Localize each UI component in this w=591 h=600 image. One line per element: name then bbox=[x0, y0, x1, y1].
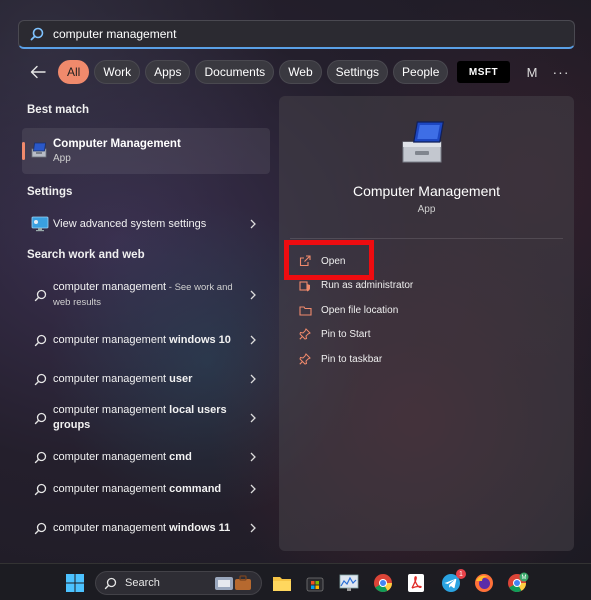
web-result-bold: user bbox=[169, 372, 193, 385]
action-run-as-admin[interactable]: Run as administrator bbox=[298, 278, 413, 292]
search-icon bbox=[30, 27, 44, 41]
web-result-item[interactable]: computer management - See work and web r… bbox=[22, 280, 270, 310]
chevron-right-icon bbox=[248, 523, 258, 533]
chevron-right-icon bbox=[248, 290, 258, 300]
taskbar: Search 1 M bbox=[0, 563, 591, 600]
web-result-bold: windows 11 bbox=[169, 521, 231, 534]
msft-logo-button[interactable]: MSFT bbox=[457, 61, 510, 83]
file-explorer-icon[interactable] bbox=[271, 572, 293, 594]
back-arrow-icon[interactable] bbox=[28, 62, 48, 82]
detail-app-type: App bbox=[417, 204, 436, 215]
action-pin-to-taskbar[interactable]: Pin to taskbar bbox=[298, 352, 382, 366]
settings-item-advanced-system[interactable]: View advanced system settings bbox=[22, 214, 270, 234]
web-result-item[interactable]: computer management command bbox=[22, 481, 270, 497]
windows-start-icon[interactable] bbox=[64, 572, 86, 594]
computer-management-icon bbox=[402, 121, 445, 163]
web-result-item[interactable]: computer management cmd bbox=[22, 449, 270, 465]
section-title-best-match: Best match bbox=[27, 104, 89, 116]
action-pin-to-start[interactable]: Pin to Start bbox=[298, 327, 370, 341]
action-label: Pin to Start bbox=[321, 328, 371, 340]
open-external-icon bbox=[298, 254, 312, 268]
filter-chip-people[interactable]: People bbox=[393, 60, 449, 84]
computer-management-icon bbox=[31, 142, 47, 158]
best-match-item[interactable]: Computer Management App bbox=[22, 128, 270, 174]
web-result-text: computer management bbox=[53, 372, 170, 385]
acrobat-icon[interactable] bbox=[405, 572, 427, 594]
filter-chip-documents[interactable]: Documents bbox=[195, 60, 275, 84]
svg-text:M: M bbox=[522, 575, 527, 581]
firefox-icon[interactable] bbox=[473, 572, 495, 594]
pin-icon bbox=[298, 352, 312, 366]
filter-chip-all[interactable]: All bbox=[58, 60, 90, 84]
action-label: Pin to taskbar bbox=[321, 353, 383, 365]
section-title-search-web: Search work and web bbox=[27, 249, 145, 261]
filter-chip-web[interactable]: Web bbox=[279, 60, 322, 84]
web-result-text: computer management bbox=[53, 281, 167, 293]
account-avatar[interactable]: M bbox=[523, 63, 541, 81]
microsoft-store-icon[interactable] bbox=[304, 572, 326, 594]
web-result-text: computer management bbox=[53, 482, 170, 495]
chevron-right-icon bbox=[248, 452, 258, 462]
web-result-text: computer management bbox=[53, 450, 170, 463]
action-label: Open bbox=[321, 255, 346, 267]
web-result-bold: cmd bbox=[169, 450, 192, 463]
notification-badge: 1 bbox=[456, 569, 466, 579]
chevron-right-icon bbox=[248, 484, 258, 494]
chevron-right-icon bbox=[248, 374, 258, 384]
search-input[interactable]: computer management bbox=[18, 20, 575, 49]
taskbar-search-label: Search bbox=[125, 577, 160, 589]
search-icon bbox=[30, 408, 50, 428]
monitor-settings-icon bbox=[30, 214, 50, 234]
web-result-text: computer management bbox=[53, 404, 170, 416]
web-result-bold: command bbox=[169, 482, 222, 495]
filter-chip-settings[interactable]: Settings bbox=[326, 60, 389, 84]
search-icon bbox=[30, 518, 50, 538]
taskbar-search-box[interactable]: Search bbox=[95, 571, 262, 595]
chrome-profile-icon[interactable]: M bbox=[507, 572, 529, 594]
chrome-icon[interactable] bbox=[372, 572, 394, 594]
action-label: Open file location bbox=[321, 304, 399, 316]
selection-accent bbox=[22, 142, 25, 160]
web-result-item[interactable]: computer management windows 11 bbox=[22, 513, 270, 543]
best-match-type: App bbox=[53, 153, 71, 164]
web-result-text: computer management bbox=[53, 521, 170, 534]
search-icon bbox=[30, 330, 50, 350]
best-match-name: Computer Management bbox=[53, 138, 181, 150]
filter-chip-apps[interactable]: Apps bbox=[145, 60, 191, 84]
chevron-right-icon bbox=[248, 335, 258, 345]
section-title-settings: Settings bbox=[27, 186, 73, 198]
folder-icon bbox=[298, 303, 312, 317]
search-icon bbox=[30, 479, 50, 499]
web-result-item[interactable]: computer management local users groups bbox=[22, 403, 270, 433]
web-result-item[interactable]: computer management windows 10 bbox=[22, 325, 270, 355]
search-query[interactable]: computer management bbox=[53, 27, 176, 41]
search-icon bbox=[30, 447, 50, 467]
action-label: Run as administrator bbox=[321, 279, 414, 291]
action-open-file-location[interactable]: Open file location bbox=[298, 303, 398, 317]
web-result-text: computer management bbox=[53, 333, 170, 346]
telegram-icon[interactable]: 1 bbox=[440, 569, 466, 594]
chevron-right-icon bbox=[248, 219, 258, 229]
shield-admin-icon bbox=[298, 278, 312, 292]
divider bbox=[290, 238, 563, 239]
search-icon bbox=[30, 369, 50, 389]
resource-monitor-icon[interactable] bbox=[338, 572, 360, 594]
search-icon bbox=[104, 577, 117, 589]
chevron-right-icon bbox=[248, 413, 258, 423]
search-icon bbox=[30, 285, 50, 305]
detail-app-title: Computer Management bbox=[352, 183, 501, 199]
pin-icon bbox=[298, 327, 312, 341]
action-open[interactable]: Open bbox=[298, 254, 345, 268]
filter-bar: All Work Apps Documents Web Settings Peo… bbox=[28, 60, 485, 84]
settings-item-label: View advanced system settings bbox=[53, 217, 207, 230]
filter-chip-work[interactable]: Work bbox=[94, 60, 141, 84]
search-highlight-illustration-icon bbox=[215, 575, 251, 590]
more-options-button[interactable]: ··· bbox=[552, 62, 570, 82]
web-result-bold: windows 10 bbox=[169, 333, 231, 346]
web-result-item[interactable]: computer management user bbox=[22, 371, 270, 387]
